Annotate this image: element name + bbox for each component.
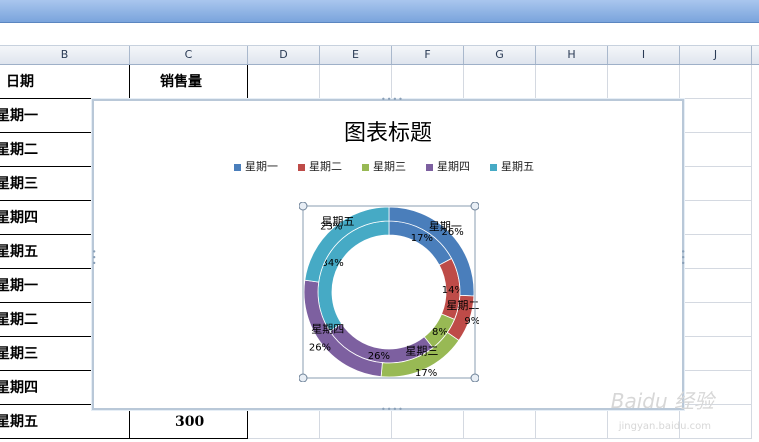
legend-swatch — [490, 163, 497, 171]
column-header-e[interactable]: E — [320, 46, 392, 64]
cell[interactable] — [320, 65, 392, 99]
cell[interactable] — [392, 65, 464, 99]
chart-resize-handle-left[interactable]: ••• — [89, 249, 98, 266]
day-cell-text: 星期三 — [0, 176, 38, 192]
column-header-i[interactable]: I — [608, 46, 680, 64]
day-cell-text: 星期二 — [0, 142, 38, 158]
cell[interactable] — [680, 65, 752, 99]
day-cell-text: 星期二 — [0, 312, 38, 328]
data-label-percent[interactable]: 26% — [309, 343, 331, 354]
column-header-j[interactable]: J — [680, 46, 752, 64]
column-header-c[interactable]: C — [130, 46, 248, 64]
day-cell-text: 星期五 — [0, 414, 38, 430]
plot-area-resize-handle[interactable] — [470, 373, 479, 382]
legend-item[interactable]: 星期二 — [298, 158, 342, 174]
watermark-url: jingyan.baidu.com — [618, 421, 711, 432]
data-label-category[interactable]: 星期三 — [405, 345, 438, 358]
chart-resize-handle-top[interactable]: •••• — [381, 95, 404, 104]
data-label-percent[interactable]: 17% — [415, 368, 437, 379]
data-label-percent[interactable]: 17% — [411, 233, 433, 244]
legend-label: 星期三 — [373, 160, 406, 173]
chart-title[interactable]: 图表标题 — [94, 115, 682, 147]
plot-area-resize-handle[interactable] — [299, 373, 308, 382]
cell[interactable] — [680, 167, 752, 201]
legend-item[interactable]: 星期三 — [362, 158, 406, 174]
date-header: 日期 — [6, 74, 34, 90]
cell[interactable] — [680, 337, 752, 371]
day-cell-text: 星期四 — [0, 380, 38, 396]
legend-item[interactable]: 星期一 — [234, 158, 278, 174]
data-label-category[interactable]: 星期一 — [429, 220, 462, 233]
sales-header: 销售量 — [160, 74, 202, 90]
cell[interactable] — [680, 303, 752, 337]
data-label-category[interactable]: 星期四 — [311, 322, 344, 335]
legend-label: 星期二 — [309, 160, 342, 173]
day-cell-text: 星期一 — [0, 108, 38, 124]
legend-swatch — [426, 163, 433, 171]
cell[interactable] — [464, 405, 536, 439]
legend-label: 星期四 — [437, 160, 470, 173]
header-row: 日期 销售量 — [0, 65, 759, 99]
day-cell-text: 星期四 — [0, 210, 38, 226]
day-cell-text: 星期一 — [0, 278, 38, 294]
data-label-category[interactable]: 星期五 — [321, 215, 354, 228]
sales-cell-text: 300 — [175, 414, 205, 430]
data-label-percent[interactable]: 9% — [464, 316, 479, 327]
plot-area-resize-handle[interactable] — [299, 202, 308, 211]
cell[interactable] — [464, 65, 536, 99]
cell[interactable] — [680, 201, 752, 235]
cell[interactable] — [248, 405, 320, 439]
legend-swatch — [234, 163, 241, 171]
column-header-g[interactable]: G — [464, 46, 536, 64]
cell[interactable] — [608, 65, 680, 99]
legend-label: 星期五 — [501, 160, 534, 173]
day-cell-text: 星期三 — [0, 346, 38, 362]
watermark-logo: Baidu 经验 — [610, 389, 714, 413]
column-header-h[interactable]: H — [536, 46, 608, 64]
column-headers: BCDEFGHIJ — [0, 46, 759, 65]
chart-resize-handle-bottom[interactable]: •••• — [381, 405, 404, 414]
day-cell-text: 星期五 — [0, 244, 38, 260]
column-header-b[interactable]: B — [0, 46, 130, 64]
legend-item[interactable]: 星期四 — [426, 158, 470, 174]
cell[interactable] — [680, 133, 752, 167]
formula-bar-strip — [0, 23, 759, 46]
legend-item[interactable]: 星期五 — [490, 158, 534, 174]
legend-swatch — [362, 163, 369, 171]
data-label-category[interactable]: 星期二 — [446, 299, 479, 312]
cell[interactable] — [680, 235, 752, 269]
chart-resize-handle-right[interactable]: ••• — [678, 249, 687, 266]
window-title-bar — [0, 0, 759, 23]
doughnut-chart[interactable]: 17%14%8%26%34%26%星期一9%星期二17%星期三26%星期四23%… — [299, 202, 479, 382]
cell[interactable] — [680, 99, 752, 133]
plot-area-resize-handle[interactable] — [470, 202, 479, 211]
cell[interactable] — [536, 65, 608, 99]
chart-object[interactable]: •••• •••• ••• ••• 图表标题 星期一 星期二 星期三 星期四 星期五 1… — [89, 95, 687, 414]
cell[interactable] — [680, 269, 752, 303]
legend-label: 星期一 — [245, 160, 278, 173]
column-header-d[interactable]: D — [248, 46, 320, 64]
legend-swatch — [298, 163, 305, 171]
cell[interactable] — [248, 65, 320, 99]
column-header-f[interactable]: F — [392, 46, 464, 64]
cell[interactable] — [536, 405, 608, 439]
